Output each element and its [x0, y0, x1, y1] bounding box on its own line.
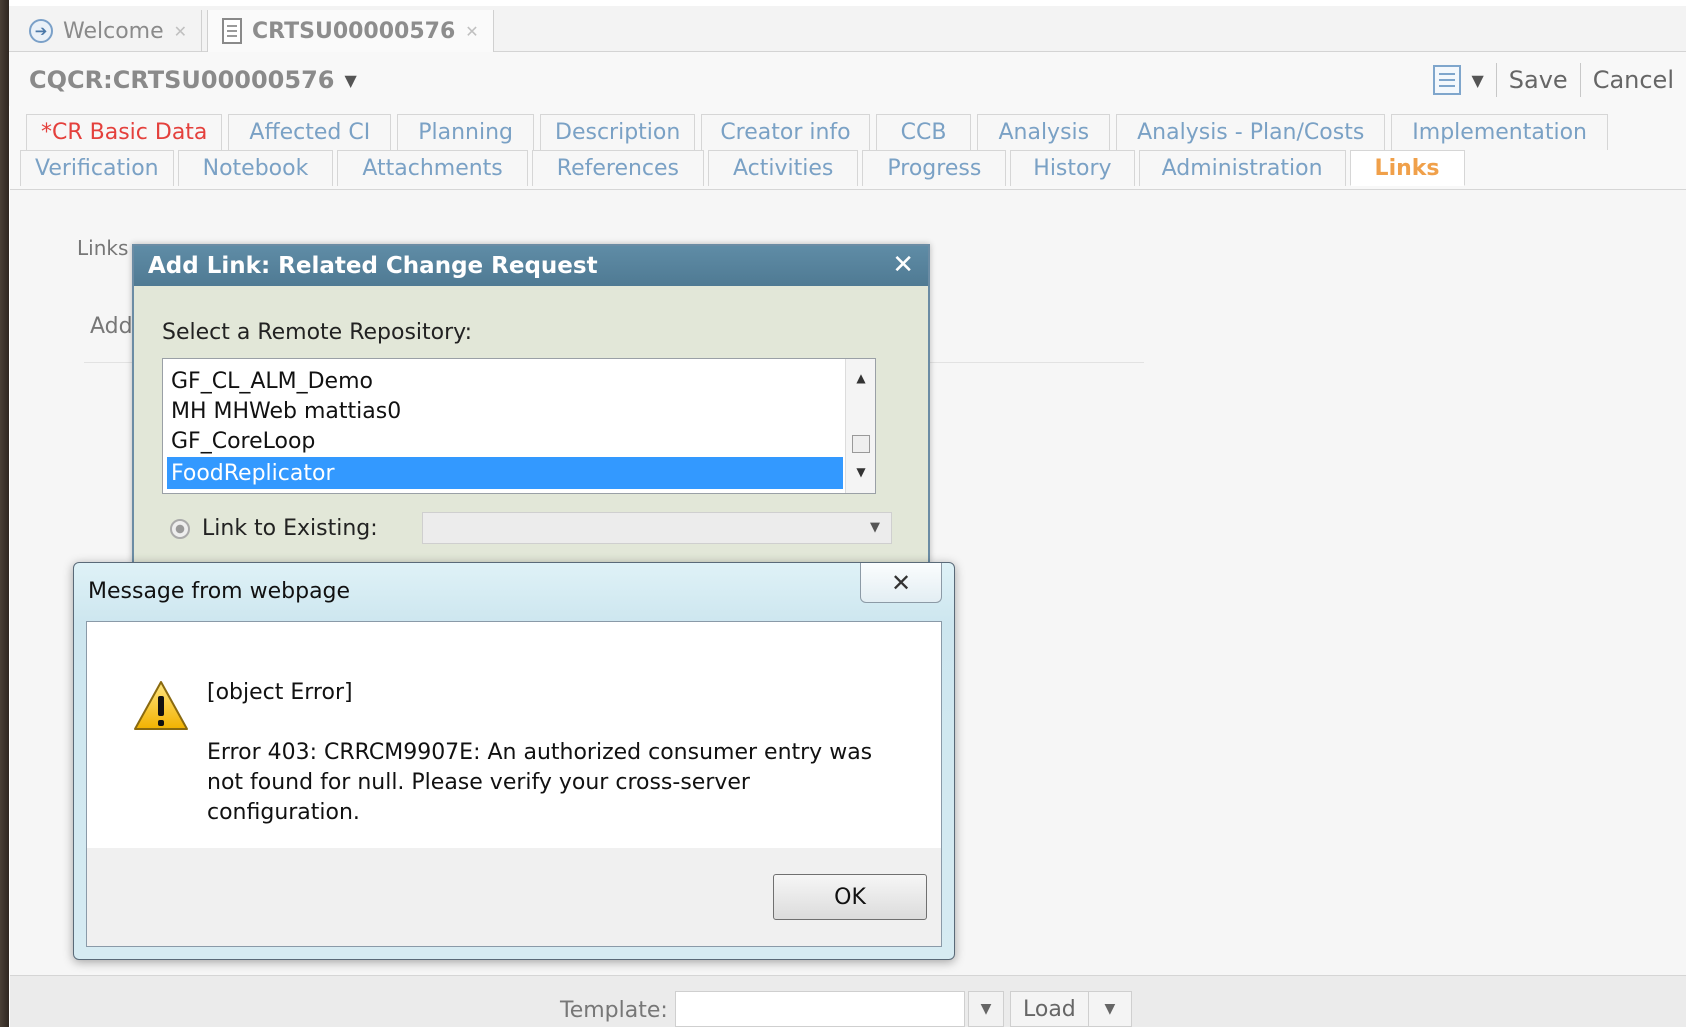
repository-item-selected[interactable]: FoodReplicator [167, 457, 843, 489]
document-icon [222, 18, 242, 44]
window-left-border [0, 0, 9, 1027]
add-link-dialog-title: Add Link: Related Change Request [148, 253, 598, 279]
tab-verification[interactable]: Verification [20, 150, 174, 186]
tab-cr-basic-data[interactable]: *CR Basic Data [26, 114, 223, 150]
message-close-button[interactable]: ✕ [860, 563, 942, 603]
ok-button[interactable]: OK [773, 874, 927, 920]
link-existing-label: Link to Existing: [202, 516, 378, 541]
save-button[interactable]: Save [1509, 66, 1568, 94]
close-icon: ✕ [890, 568, 912, 597]
arrow-circle-icon: ➔ [29, 19, 53, 43]
add-link-label[interactable]: Add [90, 314, 133, 339]
close-icon[interactable]: ✕ [892, 250, 914, 280]
scroll-thumb[interactable] [852, 435, 870, 453]
tab-attachments[interactable]: Attachments [337, 150, 528, 186]
tab-administration[interactable]: Administration [1138, 150, 1346, 186]
record-header: CQCR:CRTSU00000576 ▼ ▼ Save Cancel [9, 52, 1686, 106]
bottom-toolbar: Template: ▼ Load ▼ [10, 975, 1686, 1027]
chevron-down-icon[interactable]: ▼ [344, 71, 356, 90]
link-existing-select[interactable]: ▼ [422, 512, 892, 544]
close-icon[interactable]: ✕ [174, 22, 187, 41]
message-dialog-title: Message from webpage [88, 579, 351, 604]
listbox-scrollbar[interactable]: ▲ ▼ [845, 359, 875, 493]
tab-references[interactable]: References [531, 150, 705, 186]
tab-ccb[interactable]: CCB [875, 114, 972, 150]
tab-description[interactable]: Description [540, 114, 696, 150]
tab-implementation[interactable]: Implementation [1391, 114, 1608, 150]
tab-history[interactable]: History [1010, 150, 1135, 186]
tab-welcome-label: Welcome [63, 18, 164, 44]
message-body: [object Error] Error 403: CRRCM9907E: An… [86, 621, 942, 947]
repository-listbox[interactable]: GF_CL_ALM_Demo MH MHWeb mattias0 GF_Core… [162, 358, 876, 494]
tab-analysis-plan-costs[interactable]: Analysis - Plan/Costs [1116, 114, 1386, 150]
tab-analysis[interactable]: Analysis [977, 114, 1111, 150]
template-dropdown-button[interactable]: ▼ [968, 991, 1004, 1027]
cancel-button[interactable]: Cancel [1593, 66, 1674, 94]
scroll-down-icon[interactable]: ▼ [846, 465, 876, 479]
tab-row-1: *CR Basic Data Affected CI Planning Desc… [26, 114, 1614, 150]
repository-item[interactable]: MH MHWeb mattias0 [167, 395, 843, 427]
record-title[interactable]: CQCR:CRTSU00000576 ▼ [29, 66, 357, 94]
divider [1495, 63, 1497, 97]
repository-label: Select a Remote Repository: [162, 320, 473, 345]
tab-links[interactable]: Links [1349, 150, 1465, 186]
link-existing-radio[interactable] [170, 518, 190, 539]
close-icon[interactable]: ✕ [465, 22, 478, 41]
template-field[interactable] [675, 991, 965, 1027]
tab-welcome[interactable]: ➔ Welcome ✕ [15, 10, 203, 52]
tab-planning[interactable]: Planning [397, 114, 535, 150]
document-tab-bar: ➔ Welcome ✕ CRTSU00000576 ✕ [9, 6, 1686, 52]
tab-record-label: CRTSU00000576 [252, 18, 456, 44]
add-link-dialog: Add Link: Related Change Request ✕ Selec… [132, 244, 930, 564]
links-section-label: Links [77, 236, 129, 260]
chevron-down-icon[interactable]: ▼ [1089, 1001, 1131, 1017]
add-link-dialog-titlebar[interactable]: Add Link: Related Change Request ✕ [134, 246, 928, 286]
tab-affected-ci[interactable]: Affected CI [228, 114, 392, 150]
tab-creator-info[interactable]: Creator info [701, 114, 870, 150]
load-button-label[interactable]: Load [1011, 992, 1089, 1026]
tab-record[interactable]: CRTSU00000576 ✕ [207, 10, 494, 52]
repository-item[interactable]: GF_CoreLoop [167, 425, 843, 457]
form-tab-bar: *CR Basic Data Affected CI Planning Desc… [10, 106, 1686, 190]
record-actions: ▼ Save Cancel [1433, 62, 1674, 98]
message-dialog: Message from webpage ✕ [object Error] Er… [73, 562, 955, 960]
scroll-up-icon[interactable]: ▲ [846, 371, 876, 385]
link-existing-option[interactable]: Link to Existing: [170, 516, 378, 541]
tab-progress[interactable]: Progress [862, 150, 1007, 186]
repository-item[interactable]: GF_CL_ALM_Demo [167, 365, 843, 397]
tab-notebook[interactable]: Notebook [177, 150, 334, 186]
tab-activities[interactable]: Activities [708, 150, 859, 186]
template-label: Template: [560, 998, 668, 1023]
divider [1579, 63, 1581, 97]
record-title-text: CQCR:CRTSU00000576 [29, 66, 335, 94]
chevron-down-icon[interactable]: ▼ [1471, 71, 1483, 90]
chevron-down-icon[interactable]: ▼ [859, 513, 891, 543]
form-icon[interactable] [1433, 65, 1462, 95]
message-content: [object Error] Error 403: CRRCM9907E: An… [87, 622, 941, 848]
error-detail: Error 403: CRRCM9907E: An authorized con… [207, 740, 873, 825]
warning-icon [134, 681, 188, 730]
load-button[interactable]: Load ▼ [1010, 991, 1132, 1027]
error-summary: [object Error] [207, 680, 353, 705]
tab-row-2: Verification Notebook Attachments Refere… [20, 150, 1471, 186]
